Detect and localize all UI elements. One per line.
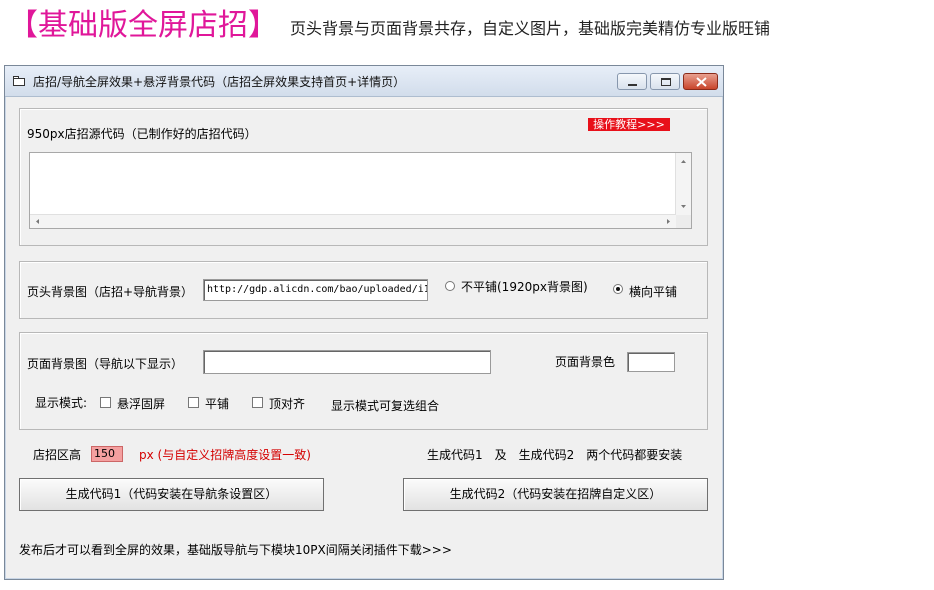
vertical-scrollbar[interactable]	[675, 153, 691, 215]
install-both-note: 生成代码1 及 生成代码2 两个代码都要安装	[427, 448, 683, 462]
generate-code-1-button[interactable]: 生成代码1（代码安装在导航条设置区）	[19, 478, 324, 511]
scroll-corner	[676, 215, 691, 228]
checkbox-tile-label[interactable]: 平铺	[205, 395, 229, 412]
shop-height-label: 店招区高	[33, 448, 82, 462]
shop-height-input[interactable]: 150	[91, 446, 123, 462]
page-bg-color-label: 页面背景色	[555, 355, 616, 369]
page-bg-url-input[interactable]	[203, 350, 491, 374]
window-title: 店招/导航全屏效果+悬浮背景代码（店招全屏效果支持首页+详情页）	[33, 75, 406, 89]
source-code-label: 950px店招源代码（已制作好的店招代码）	[27, 127, 257, 141]
page-bg-label: 页面背景图（导航以下显示）	[27, 357, 184, 371]
checkbox-float-fixed-label[interactable]: 悬浮固屏	[117, 395, 165, 412]
radio-horizontal-tile-label[interactable]: 横向平铺	[629, 283, 677, 300]
title-bar: 店招/导航全屏效果+悬浮背景代码（店招全屏效果支持首页+详情页）	[5, 66, 723, 97]
checkbox-float-fixed[interactable]	[100, 397, 111, 408]
horizontal-scrollbar[interactable]	[30, 214, 676, 228]
banner-title: 【基础版全屏店招】	[8, 8, 278, 43]
checkbox-tile[interactable]	[188, 397, 199, 408]
close-button[interactable]	[683, 73, 718, 90]
generate-code-2-button[interactable]: 生成代码2（代码安装在招牌自定义区）	[403, 478, 708, 511]
minimize-button[interactable]	[617, 73, 647, 90]
maximize-button[interactable]	[650, 73, 680, 90]
header-bg-url-input[interactable]: http://gdp.alicdn.com/bao/uploaded/i1	[203, 279, 428, 301]
display-mode-note: 显示模式可复选组合	[331, 399, 440, 413]
source-code-textarea[interactable]	[29, 152, 692, 229]
page-bg-color-input[interactable]	[627, 352, 675, 372]
footer-download-link[interactable]: 发布后才可以看到全屏的效果，基础版导航与下模块10PX间隔关闭插件下载>>>	[19, 541, 452, 558]
shop-height-note: px (与自定义招牌高度设置一致)	[139, 448, 311, 462]
radio-no-tile[interactable]	[445, 281, 455, 291]
radio-no-tile-label[interactable]: 不平铺(1920px背景图)	[461, 278, 588, 295]
checkbox-top-align[interactable]	[252, 397, 263, 408]
header-bg-label: 页头背景图（店招+导航背景）	[27, 285, 194, 299]
banner-subtitle: 页头背景与页面背景共存，自定义图片，基础版完美精仿专业版旺铺	[290, 19, 771, 38]
app-window: 店招/导航全屏效果+悬浮背景代码（店招全屏效果支持首页+详情页） 950px店招…	[4, 65, 724, 580]
checkbox-top-align-label[interactable]: 顶对齐	[269, 395, 305, 412]
window-app-icon	[13, 75, 25, 86]
radio-horizontal-tile[interactable]	[613, 284, 623, 294]
display-mode-label: 显示模式:	[35, 396, 88, 410]
tutorial-link[interactable]: 操作教程>>>	[588, 118, 670, 131]
page-bg-group	[19, 332, 708, 430]
